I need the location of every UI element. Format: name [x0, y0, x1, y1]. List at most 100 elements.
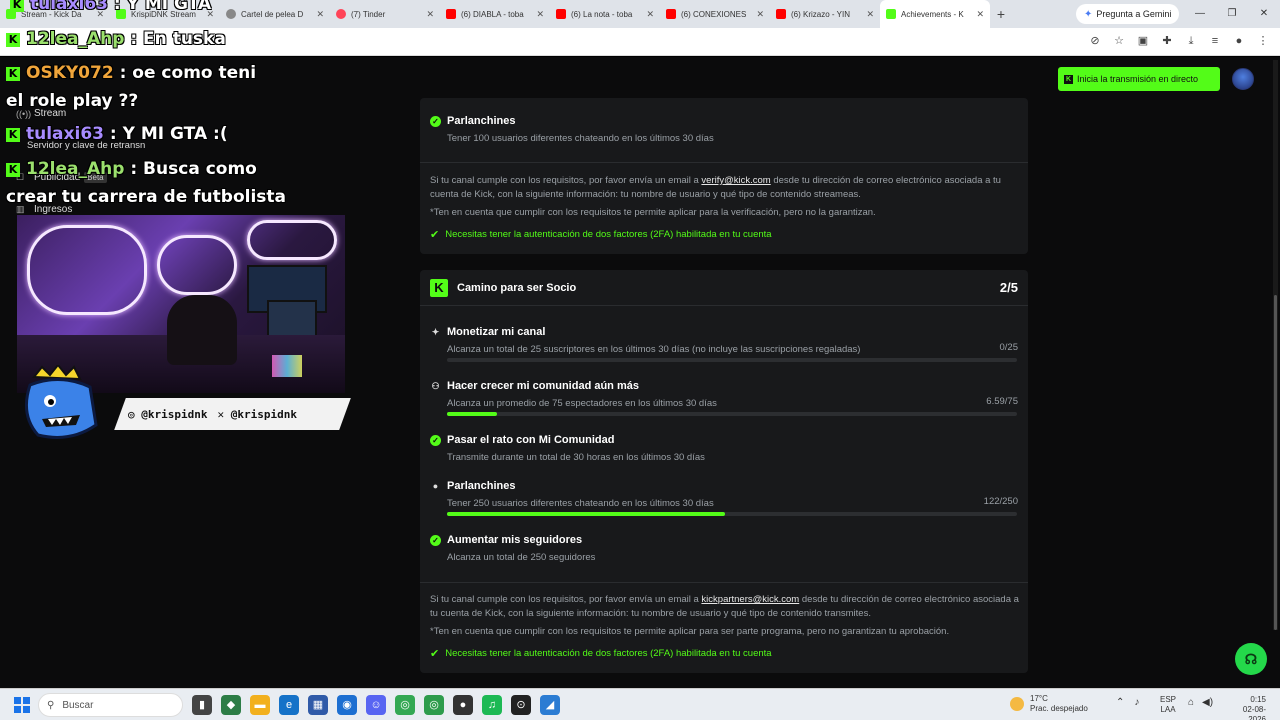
star-icon[interactable]: ☆ [1112, 34, 1126, 48]
close-icon[interactable]: ✕ [976, 9, 984, 20]
requirement-followers: ✓ Aumentar mis seguidores Alcanza un tota… [430, 534, 595, 563]
reading-list-icon[interactable]: ≡ [1208, 34, 1222, 48]
go-live-button[interactable]: K Inicia la transmisión en directo [1058, 67, 1220, 91]
chat-message: K 12lea_Ahp : En tuska [6, 29, 226, 49]
verify-email-link[interactable]: verify@kick.com [701, 175, 770, 186]
toolbar-icons: ⊘ ☆ ▣ ✚ ⤓ ≡ ● ⋮ [1088, 34, 1270, 48]
new-tab-button[interactable]: + [990, 6, 1012, 22]
youtube-icon [446, 9, 456, 19]
browser-tab[interactable]: (6) Krizazo - YIN ✕ [770, 0, 880, 28]
minimize-icon[interactable]: — [1184, 0, 1216, 28]
edge-icon[interactable]: e [279, 695, 299, 715]
taskbar-apps: ▮ ◆ ▬ e ▦ ◉ ☺ ◎ ◎ ● ♫ ⊙ ◢ [192, 695, 560, 715]
youtube-icon [556, 9, 566, 19]
app-icon[interactable]: ◢ [540, 695, 560, 715]
card-header: K Camino para ser Socio [430, 279, 576, 297]
mascot-icon [24, 365, 98, 439]
chat-message-continuation: el role play ?? [6, 91, 139, 111]
check-icon: ✓ [430, 115, 441, 127]
language-indicator[interactable]: ESP LAA [1160, 695, 1176, 715]
discord-icon[interactable]: ☺ [366, 695, 386, 715]
download-icon[interactable]: ⤓ [1184, 34, 1198, 48]
close-icon[interactable]: ✕ [316, 9, 324, 20]
chat-icon: ● [432, 481, 439, 491]
avatar[interactable] [1232, 68, 1254, 90]
neon-light [27, 225, 147, 315]
app-icon[interactable]: ◉ [337, 695, 357, 715]
taskbar-search[interactable]: ⚲ Buscar [38, 693, 183, 717]
verify-note: *Ten en cuenta que cumplir con los requi… [430, 207, 876, 218]
browser-tab[interactable]: (6) La nota - toba ✕ [550, 0, 660, 28]
chrome-icon[interactable]: ◎ [424, 695, 444, 715]
verify-instructions: Si tu canal cumple con los requisitos, p… [430, 175, 1001, 200]
requirement-chatters: ✓ Parlanchines Tener 100 usuarios diferen… [430, 115, 714, 144]
search-icon: ⚲ [47, 699, 55, 711]
progress-bar [447, 412, 1017, 416]
chevron-up-icon[interactable]: ⌃ [1116, 697, 1124, 708]
maximize-icon[interactable]: ❐ [1216, 0, 1248, 28]
partner-path-card: K Camino para ser Socio 2/5 ✦ Monetizar m… [420, 270, 1028, 673]
file-explorer-icon[interactable]: ▬ [250, 695, 270, 715]
users-icon: ⚇ [431, 380, 440, 391]
browser-tab[interactable]: (7) Tinder ✕ [330, 0, 440, 28]
tinder-icon [336, 9, 346, 19]
chrome-icon[interactable]: ◎ [395, 695, 415, 715]
check-icon: ✔ [430, 229, 440, 241]
mic-icon[interactable]: ♪ [1134, 697, 1139, 708]
requirement-stream-hours: ✓ Pasar el rato con Mi Comunidad Transmit… [430, 434, 705, 463]
spotify-icon[interactable]: ♫ [482, 695, 502, 715]
obs-icon[interactable]: ● [453, 695, 473, 715]
support-chat-button[interactable]: ☊ [1235, 643, 1267, 675]
eye-off-icon[interactable]: ⊘ [1088, 34, 1102, 48]
chat-message: K OSKY072 : oe como teni [6, 63, 256, 83]
app-icon[interactable]: ◆ [221, 695, 241, 715]
close-icon[interactable]: ✕ [866, 9, 874, 20]
close-icon[interactable]: ✕ [646, 9, 654, 20]
partner-email-link[interactable]: kickpartners@kick.com [701, 594, 799, 605]
socials-handles: ◎ @krispidnk ✕ @krispidnk [128, 408, 297, 421]
window-controls: — ❐ ✕ [1184, 0, 1280, 28]
kick-badge-icon: K [6, 163, 20, 177]
browser-tab[interactable]: (6) DIABLA - toba ✕ [440, 0, 550, 28]
browser-tab-active[interactable]: Achievements - K ✕ [880, 0, 990, 28]
windows-start-icon[interactable] [14, 697, 30, 713]
task-view-icon[interactable]: ▮ [192, 695, 212, 715]
volume-icon[interactable]: ◀) [1202, 697, 1213, 708]
divider [420, 162, 1028, 163]
close-icon[interactable]: ✕ [536, 9, 544, 20]
profile-icon[interactable]: ● [1232, 34, 1246, 48]
twofa-requirement: ✔ Necesitas tener la autenticación de dos… [430, 229, 772, 241]
tray-icons: ⌂ ◀) [1188, 697, 1213, 708]
extension-icon[interactable]: ▣ [1136, 34, 1150, 48]
progress-score: 2/5 [999, 280, 1018, 295]
instagram-handle: ◎ @krispidnk [128, 408, 208, 421]
globe-icon [226, 9, 236, 19]
kick-badge-icon: K [6, 67, 20, 81]
gemini-button[interactable]: ✦ Pregunta a Gemini [1076, 4, 1180, 24]
neon-light [247, 220, 337, 260]
puzzle-icon[interactable]: ✚ [1160, 34, 1174, 48]
network-icon[interactable]: ⌂ [1188, 697, 1194, 708]
clock[interactable]: 0:15 02-08-2026 [1226, 695, 1266, 720]
progress-text: 122/250 [983, 496, 1018, 507]
close-icon[interactable]: ✕ [426, 9, 434, 20]
scrollbar-thumb[interactable] [1274, 295, 1277, 630]
kick-logo-icon: K [430, 279, 448, 297]
twofa-requirement: ✔ Necesitas tener la autenticación de dos… [430, 648, 772, 660]
menu-icon[interactable]: ⋮ [1256, 34, 1270, 48]
progress-fill [447, 412, 498, 416]
browser-tab[interactable]: (6) CONEXIONES ✕ [660, 0, 770, 28]
progress-text: 0/25 [999, 342, 1019, 353]
weather-widget[interactable]: 17°C Prac. despejado [1010, 694, 1088, 714]
store-icon[interactable]: ▦ [308, 695, 328, 715]
kick-badge-icon: K [6, 33, 20, 47]
youtube-icon [776, 9, 786, 19]
divider [420, 305, 1028, 306]
partner-note: *Ten en cuenta que cumplir con los requi… [430, 626, 950, 637]
close-icon[interactable]: ✕ [756, 9, 764, 20]
requirement-grow-community: ⚇ Hacer crecer mi comunidad aún más Alcan… [431, 380, 717, 409]
browser-tab[interactable]: Cartel de pelea D ✕ [220, 0, 330, 28]
close-window-icon[interactable]: ✕ [1248, 0, 1280, 28]
progress-bar [447, 358, 1017, 362]
app-icon[interactable]: ⊙ [511, 695, 531, 715]
